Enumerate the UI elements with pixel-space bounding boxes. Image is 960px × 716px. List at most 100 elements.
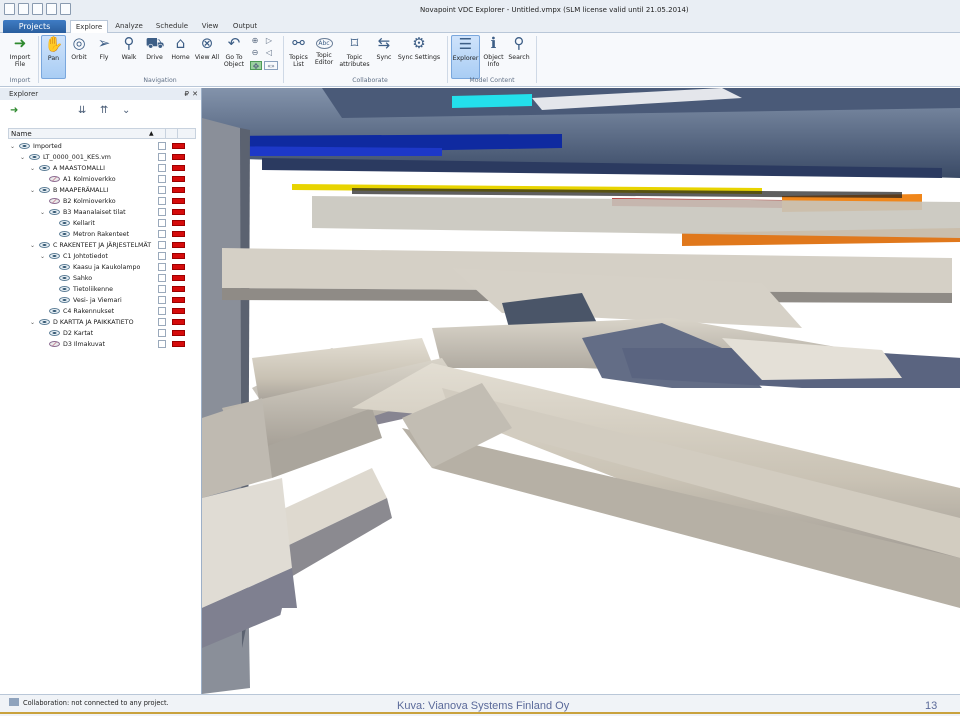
topic-editor-button[interactable]: Abc Topic Editor bbox=[312, 35, 336, 79]
print-icon[interactable] bbox=[60, 3, 71, 15]
layer-checkbox[interactable] bbox=[158, 186, 166, 194]
tree-item[interactable]: A1 Kolmioverkko bbox=[40, 174, 116, 185]
expand-toggle-icon[interactable]: ⌄ bbox=[10, 141, 19, 152]
tab-view[interactable]: View bbox=[196, 20, 224, 33]
orbit-button[interactable]: ◎ Orbit bbox=[67, 35, 91, 79]
tree-column-header[interactable]: Name ▲ bbox=[8, 128, 196, 139]
tab-explore[interactable]: Explore bbox=[70, 20, 108, 33]
play-back-icon[interactable]: ◁ bbox=[264, 48, 274, 57]
tree-item[interactable]: Tietoliikenne bbox=[50, 284, 113, 295]
eye-icon[interactable] bbox=[59, 264, 70, 270]
collapse-all-icon[interactable]: ⇈ bbox=[100, 105, 108, 116]
layer-color-swatch[interactable] bbox=[172, 319, 185, 325]
tree-item[interactable]: D3 Ilmakuvat bbox=[40, 339, 105, 350]
zoom-out-icon[interactable]: ⊖ bbox=[250, 48, 260, 57]
layer-checkbox[interactable] bbox=[158, 219, 166, 227]
layer-checkbox[interactable] bbox=[158, 142, 166, 150]
layer-checkbox[interactable] bbox=[158, 175, 166, 183]
tree-item[interactable]: Kellarit bbox=[50, 218, 95, 229]
layer-checkbox[interactable] bbox=[158, 340, 166, 348]
layer-color-swatch[interactable] bbox=[172, 341, 185, 347]
expand-toggle-icon[interactable]: ⌄ bbox=[40, 207, 49, 218]
move-icon[interactable]: ✥ bbox=[250, 61, 262, 71]
tree-item[interactable]: Sahko bbox=[50, 273, 92, 284]
tab-output[interactable]: Output bbox=[228, 20, 262, 33]
expand-toggle-icon[interactable]: ⌄ bbox=[30, 240, 39, 251]
layer-color-swatch[interactable] bbox=[172, 308, 185, 314]
layer-checkbox[interactable] bbox=[158, 153, 166, 161]
layer-color-swatch[interactable] bbox=[172, 209, 185, 215]
layer-checkbox[interactable] bbox=[158, 329, 166, 337]
layer-checkbox[interactable] bbox=[158, 285, 166, 293]
go-to-object-button[interactable]: ↶ Go To Object bbox=[221, 35, 247, 79]
layer-checkbox[interactable] bbox=[158, 208, 166, 216]
tree-item[interactable]: ⌄ C1 Johtotiedot bbox=[40, 251, 108, 262]
eye-hidden-icon[interactable] bbox=[49, 198, 60, 204]
tree-item[interactable]: ⌄ C RAKENTEET JA JÄRJESTELMÄT bbox=[30, 240, 151, 251]
layer-color-swatch[interactable] bbox=[172, 253, 185, 259]
open-file-icon[interactable] bbox=[32, 3, 43, 15]
expand-toggle-icon[interactable]: ⌄ bbox=[30, 163, 39, 174]
layer-checkbox[interactable] bbox=[158, 307, 166, 315]
pan-button[interactable]: ✋ Pan bbox=[41, 35, 66, 79]
speed-icon[interactable]: «» bbox=[264, 61, 278, 70]
expand-toggle-icon[interactable]: ⌄ bbox=[30, 317, 39, 328]
layer-color-swatch[interactable] bbox=[172, 220, 185, 226]
eye-icon[interactable] bbox=[49, 253, 60, 259]
tree-item[interactable]: ⌄ D KARTTA JA PAIKKATIETO bbox=[30, 317, 134, 328]
3d-viewport[interactable] bbox=[202, 88, 960, 694]
tree-item[interactable]: ⌄ A MAASTOMALLI bbox=[30, 163, 105, 174]
tab-analyze[interactable]: Analyze bbox=[110, 20, 148, 33]
view-all-button[interactable]: ⊗ View All bbox=[194, 35, 220, 79]
tab-schedule[interactable]: Schedule bbox=[150, 20, 194, 33]
save-icon[interactable] bbox=[46, 3, 57, 15]
layer-checkbox[interactable] bbox=[158, 263, 166, 271]
layer-checkbox[interactable] bbox=[158, 296, 166, 304]
layer-color-swatch[interactable] bbox=[172, 286, 185, 292]
expand-toggle-icon[interactable]: ⌄ bbox=[30, 185, 39, 196]
layer-color-swatch[interactable] bbox=[172, 330, 185, 336]
topic-attributes-button[interactable]: ⌑ Topic attributes bbox=[337, 35, 372, 79]
layer-color-swatch[interactable] bbox=[172, 275, 185, 281]
chevron-down-icon[interactable]: ⌄ bbox=[122, 105, 130, 116]
eye-hidden-icon[interactable] bbox=[49, 176, 60, 182]
explorer-button[interactable]: ☰ Explorer bbox=[451, 35, 480, 79]
tree-item[interactable]: D2 Kartat bbox=[40, 328, 93, 339]
layer-color-swatch[interactable] bbox=[172, 198, 185, 204]
sync-button[interactable]: ⇆ Sync bbox=[373, 35, 395, 79]
pin-icon[interactable]: ₽ bbox=[185, 88, 189, 100]
walk-button[interactable]: ⚲ Walk bbox=[117, 35, 141, 79]
layer-color-swatch[interactable] bbox=[172, 154, 185, 160]
tree-item[interactable]: ⌄ B MAAPERÄMALLI bbox=[30, 185, 108, 196]
zoom-in-icon[interactable]: ⊕ bbox=[250, 36, 260, 45]
tree-item[interactable]: ⌄ B3 Maanalaiset tilat bbox=[40, 207, 126, 218]
layer-color-swatch[interactable] bbox=[172, 187, 185, 193]
topics-list-button[interactable]: ⚯ Topics List bbox=[287, 35, 310, 79]
drive-button[interactable]: ⛟ Drive bbox=[142, 35, 167, 79]
layer-color-swatch[interactable] bbox=[172, 165, 185, 171]
layer-checkbox[interactable] bbox=[158, 274, 166, 282]
tree-item[interactable]: Metron Rakenteet bbox=[50, 229, 129, 240]
tree-item[interactable]: ⌄ LT_0000_001_KES.vm bbox=[20, 152, 111, 163]
play-forward-icon[interactable]: ▷ bbox=[264, 36, 274, 45]
tree-item[interactable]: B2 Kolmioverkko bbox=[40, 196, 116, 207]
sync-settings-button[interactable]: ⚙ Sync Settings bbox=[397, 35, 441, 79]
import-file-button[interactable]: ➜ Import File bbox=[4, 35, 36, 79]
expand-all-icon[interactable]: ⇊ bbox=[78, 105, 86, 116]
eye-icon[interactable] bbox=[59, 297, 70, 303]
layer-color-swatch[interactable] bbox=[172, 297, 185, 303]
color-column-header[interactable] bbox=[177, 129, 196, 138]
layer-color-swatch[interactable] bbox=[172, 242, 185, 248]
eye-icon[interactable] bbox=[39, 165, 50, 171]
eye-icon[interactable] bbox=[19, 143, 30, 149]
eye-icon[interactable] bbox=[39, 319, 50, 325]
layer-checkbox[interactable] bbox=[158, 318, 166, 326]
tree-item[interactable]: ⌄ Imported bbox=[10, 141, 62, 152]
app-menu-icon[interactable] bbox=[4, 3, 15, 15]
tree-item[interactable]: Vesi- ja Viemari bbox=[50, 295, 122, 306]
eye-icon[interactable] bbox=[59, 220, 70, 226]
eye-icon[interactable] bbox=[29, 154, 40, 160]
layer-color-swatch[interactable] bbox=[172, 143, 185, 149]
expand-toggle-icon[interactable]: ⌄ bbox=[40, 251, 49, 262]
new-file-icon[interactable] bbox=[18, 3, 29, 15]
